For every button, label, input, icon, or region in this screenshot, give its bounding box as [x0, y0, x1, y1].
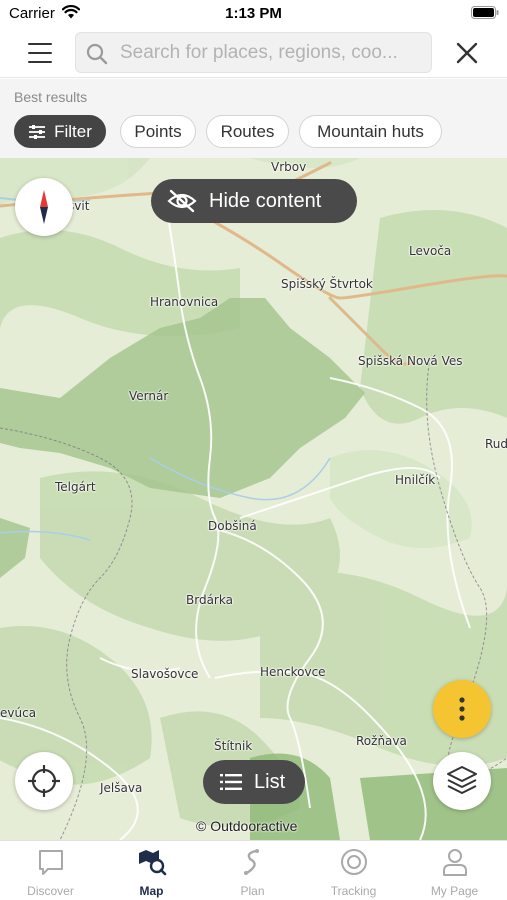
place-label: Štítnik [214, 739, 253, 753]
tab-my-page[interactable]: My Page [404, 841, 505, 900]
layers-icon [447, 766, 477, 794]
points-chip[interactable]: Points [120, 115, 196, 148]
compass-button[interactable] [15, 178, 73, 236]
map-search-icon [139, 850, 167, 876]
tab-tracking[interactable]: Tracking [303, 841, 404, 900]
place-label: Levoča [409, 244, 452, 258]
search-box[interactable] [75, 32, 432, 73]
mountain-huts-chip-label: Mountain huts [317, 121, 424, 141]
place-label: Dobšiná [208, 519, 257, 533]
place-label: evúca [0, 706, 37, 720]
locate-me-button[interactable] [15, 752, 73, 810]
tab-tracking-label: Tracking [330, 884, 377, 898]
close-icon[interactable] [450, 36, 484, 70]
points-chip-label: Points [134, 121, 182, 141]
menu-button[interactable] [20, 37, 60, 69]
map-attribution[interactable]: © Outdooractive [196, 818, 297, 834]
place-label: Spišský Štvrtok [281, 277, 373, 291]
layers-button[interactable] [433, 752, 491, 810]
search-input[interactable] [120, 39, 425, 67]
list-button[interactable]: List [203, 760, 305, 804]
tab-discover-label: Discover [27, 884, 74, 898]
place-label: Brdárka [186, 593, 233, 607]
search-header [0, 28, 507, 78]
place-label: Vernár [129, 389, 169, 403]
place-label: Jelšava [100, 781, 143, 795]
list-label: List [254, 770, 286, 793]
place-label: Hnilčík [395, 473, 436, 487]
place-label: Rožňava [356, 734, 407, 748]
hide-content-label: Hide content [209, 189, 322, 212]
mountain-huts-chip[interactable]: Mountain huts [299, 115, 442, 148]
place-label: Slavošovce [131, 667, 199, 681]
battery-icon [471, 6, 499, 19]
place-label: Hranovnica [150, 295, 219, 309]
discover-icon [39, 850, 63, 875]
filter-chip-label: Filter [54, 121, 92, 141]
results-label: Best results [14, 89, 88, 105]
compass-icon [40, 190, 48, 224]
tab-map[interactable]: Map [101, 841, 202, 900]
more-vertical-icon [459, 697, 465, 721]
status-bar: Carrier 1:13 PM [0, 0, 507, 28]
user-icon [443, 849, 467, 876]
tab-bar: Discover Map Plan Tracking My Page [0, 840, 507, 900]
place-label: Spišská Nová Ves [358, 354, 463, 368]
tab-discover[interactable]: Discover [0, 841, 101, 900]
place-label: Rud [485, 437, 507, 451]
list-icon [220, 774, 242, 790]
clock: 1:13 PM [225, 5, 282, 22]
results-bar: Best results Filter Points Routes Mounta… [0, 79, 507, 158]
search-icon [86, 43, 108, 65]
filter-chip[interactable]: Filter [14, 115, 106, 148]
hide-content-button[interactable]: Hide content [151, 179, 357, 223]
place-label: Vrbov [271, 160, 307, 174]
tab-my-page-label: My Page [430, 884, 479, 898]
eye-off-icon [167, 189, 197, 213]
routes-chip[interactable]: Routes [206, 115, 289, 148]
tracking-icon [341, 849, 367, 875]
more-options-button[interactable] [433, 680, 491, 738]
place-label: Telgárt [55, 480, 96, 494]
crosshair-icon [28, 765, 60, 797]
sliders-icon [29, 124, 46, 139]
map-view[interactable]: Vrbov Levoča Spišský Štvrtok Hranovnica … [0, 158, 507, 840]
map-background [0, 158, 507, 840]
place-label: Henckovce [260, 665, 326, 679]
route-plan-icon [244, 849, 259, 875]
tab-plan[interactable]: Plan [202, 841, 303, 900]
routes-chip-label: Routes [220, 121, 275, 141]
tab-map-label: Map [139, 884, 164, 898]
tab-plan-label: Plan [240, 884, 265, 898]
